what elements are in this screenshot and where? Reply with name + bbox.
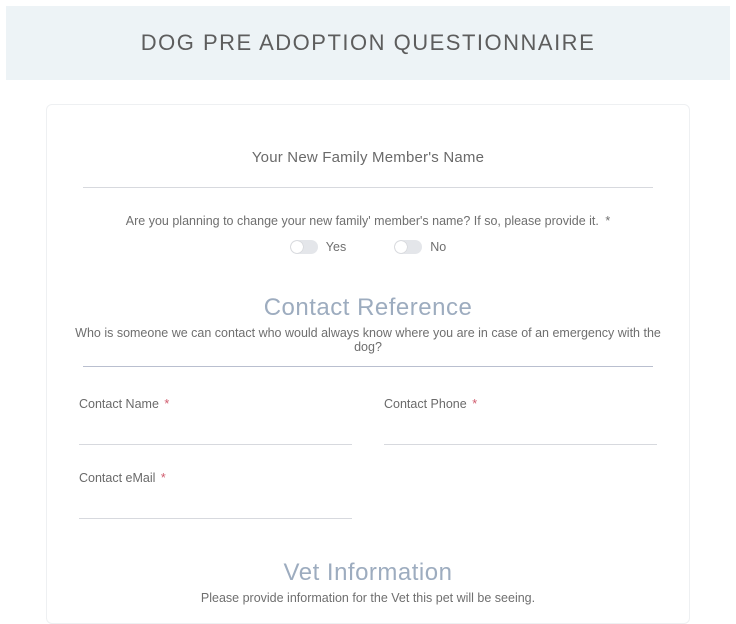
title-band: DOG PRE ADOPTION QUESTIONNAIRE [6,6,730,80]
contact-phone-field: Contact Phone * [384,395,657,445]
change-name-text: Are you planning to change your new fami… [126,214,599,228]
section-vet-info: Vet Information Please provide informati… [75,559,661,605]
change-name-question: Are you planning to change your new fami… [75,212,661,254]
contact-name-field: Contact Name * [79,395,352,445]
contact-email-field: Contact eMail * [79,469,352,519]
toggle-yes-label: Yes [326,240,346,254]
toggle-yes[interactable]: Yes [290,240,346,254]
page-title: DOG PRE ADOPTION QUESTIONNAIRE [16,30,720,56]
change-name-required: * [605,214,610,228]
pet-name-block: Your New Family Member's Name [75,149,661,188]
contact-fields-row2: Contact eMail * [79,469,657,519]
toggle-no-switch[interactable] [394,240,422,254]
toggle-no[interactable]: No [394,240,446,254]
contact-ref-desc: Who is someone we can contact who would … [75,326,661,354]
contact-empty-spacer [384,469,657,519]
contact-fields-row1: Contact Name * Contact Phone * [79,395,657,445]
form-card: Your New Family Member's Name Are you pl… [46,104,690,624]
section-contact-reference: Contact Reference Who is someone we can … [75,294,661,367]
toggle-no-label: No [430,240,446,254]
card-wrap: Your New Family Member's Name Are you pl… [0,80,736,624]
contact-ref-divider [83,366,653,367]
contact-phone-label: Contact Phone * [384,397,477,411]
contact-email-input[interactable] [79,505,352,519]
contact-email-label: Contact eMail * [79,471,166,485]
vet-info-desc: Please provide information for the Vet t… [75,591,661,605]
pet-name-input-underline[interactable] [83,174,653,188]
vet-info-heading: Vet Information [75,559,661,587]
contact-ref-heading: Contact Reference [75,294,661,322]
contact-name-label: Contact Name * [79,397,169,411]
contact-phone-input[interactable] [384,431,657,445]
contact-name-input[interactable] [79,431,352,445]
change-name-toggles: Yes No [75,240,661,254]
toggle-yes-switch[interactable] [290,240,318,254]
pet-name-placeholder[interactable]: Your New Family Member's Name [75,149,661,166]
